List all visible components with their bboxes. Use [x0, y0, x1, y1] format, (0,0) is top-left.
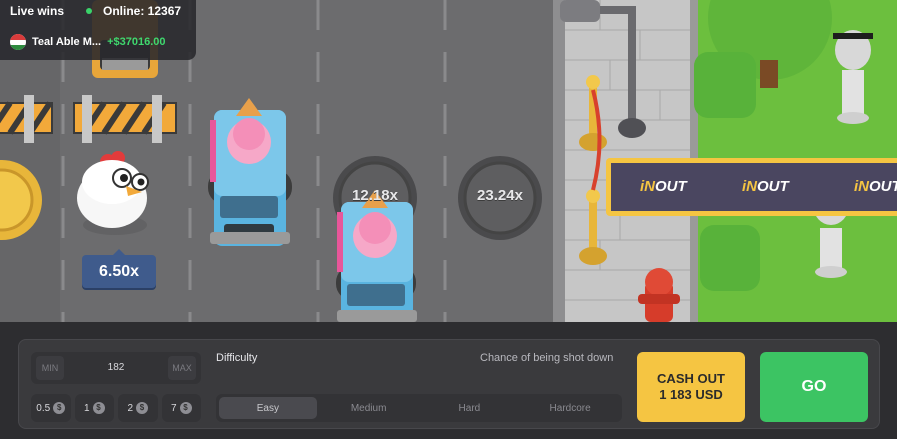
- chip-value: 7: [170, 402, 177, 414]
- bush: [700, 225, 760, 291]
- chance-label: Chance of being shot down: [480, 352, 614, 364]
- banner-logo-out: OUT: [655, 178, 687, 195]
- quick-bet-chips: 0.5 $ 1 $ 2 $ 7 $: [31, 394, 201, 422]
- game-scene: 12.18x 23.24x iNOUT iNOUT iNOUT 6.50x Li…: [0, 0, 897, 322]
- manhole-multiplier-1: 12.18x: [352, 187, 398, 204]
- banner-logo: iNOUT: [640, 178, 687, 195]
- winner-name: Teal Able M...: [32, 36, 102, 48]
- control-bar: MIN 182 MAX 0.5 $ 1 $ 2 $ 7 $ Difficulty Cha…: [0, 322, 897, 439]
- winner-amount: +$37016.00: [107, 36, 166, 48]
- bet-max-button[interactable]: MAX: [168, 356, 196, 380]
- online-indicator-icon: [86, 8, 92, 14]
- flag-icon: [10, 34, 26, 50]
- online-count: Online: 12367: [103, 4, 182, 18]
- cash-out-amount: 1 183 USD: [659, 387, 723, 402]
- live-wins-panel: Live wins Online: 12367 Teal Able M... +…: [0, 0, 196, 60]
- game-root: 12.18x 23.24x iNOUT iNOUT iNOUT 6.50x Li…: [0, 0, 897, 439]
- curb: [553, 0, 565, 322]
- cash-out-button[interactable]: CASH OUT 1 183 USD: [637, 352, 745, 422]
- banner-logo-out: OUT: [757, 178, 789, 195]
- banner-logo-in: iN: [742, 178, 757, 195]
- difficulty-label: Difficulty: [216, 352, 258, 364]
- tab-easy[interactable]: Easy: [219, 397, 317, 419]
- bush: [694, 52, 756, 118]
- coin-icon: $: [92, 402, 105, 414]
- cash-out-label: CASH OUT: [657, 371, 725, 386]
- coin-icon: $: [136, 402, 149, 414]
- banner-logo-out: OUT: [869, 178, 897, 195]
- bet-amount-input[interactable]: 182: [71, 352, 161, 384]
- bet-amount-field: MIN 182 MAX: [31, 352, 201, 384]
- chicken-multiplier: 6.50x: [82, 249, 156, 288]
- chip-value: 0.5: [36, 402, 51, 414]
- banner-logo-in: iN: [640, 178, 655, 195]
- quick-bet-chip[interactable]: 7 $: [161, 394, 201, 422]
- tab-hard[interactable]: Hard: [421, 397, 519, 419]
- tab-medium[interactable]: Medium: [320, 397, 418, 419]
- banner-logo: iNOUT: [742, 178, 789, 195]
- go-button[interactable]: GO: [760, 352, 868, 422]
- quick-bet-chip[interactable]: 2 $: [118, 394, 158, 422]
- coin-icon: $: [53, 402, 66, 414]
- chip-value: 2: [127, 402, 134, 414]
- coin-icon: $: [179, 402, 192, 414]
- ice-cream-truck: [208, 98, 292, 246]
- chip-value: 1: [83, 402, 90, 414]
- live-win-row: Teal Able M... +$37016.00: [10, 34, 166, 50]
- quick-bet-chip[interactable]: 0.5 $: [31, 394, 71, 422]
- manhole-multiplier-2: 23.24x: [477, 187, 523, 204]
- bet-min-button[interactable]: MIN: [36, 356, 64, 380]
- ice-cream-truck: [336, 190, 417, 322]
- banner-logo: iNOUT: [854, 178, 897, 195]
- live-wins-title: Live wins: [10, 4, 65, 18]
- control-panel: MIN 182 MAX 0.5 $ 1 $ 2 $ 7 $ Difficulty Cha…: [18, 339, 880, 429]
- banner-logo-in: iN: [854, 178, 869, 195]
- difficulty-tabs: Easy Medium Hard Hardcore: [216, 394, 622, 422]
- tab-hardcore[interactable]: Hardcore: [521, 397, 619, 419]
- quick-bet-chip[interactable]: 1 $: [74, 394, 114, 422]
